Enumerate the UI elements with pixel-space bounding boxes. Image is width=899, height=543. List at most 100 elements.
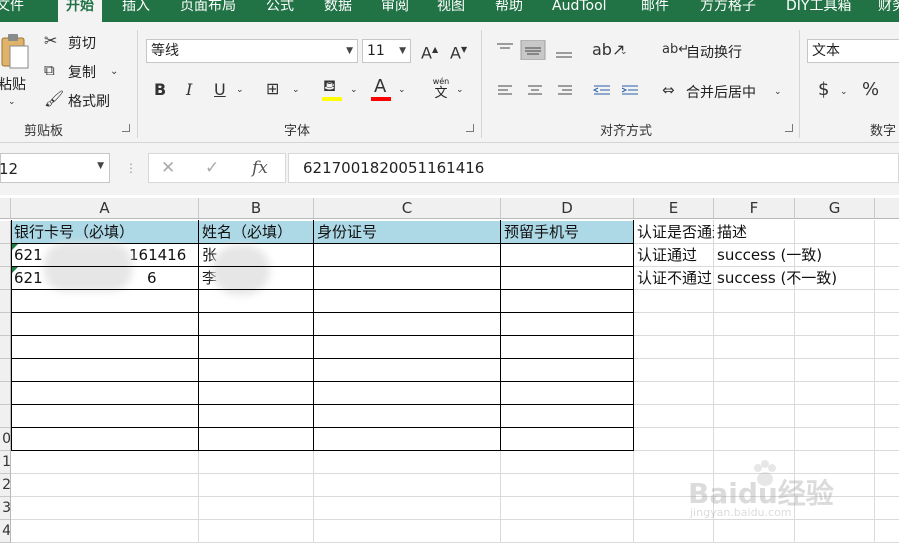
copy-dropdown-icon[interactable]: ⌄ [110,62,118,82]
tab-view[interactable]: 视图 [437,0,465,22]
tab-home[interactable]: 开始 [58,0,102,22]
more-options-icon[interactable]: ⋮ [125,158,137,178]
chevron-down-icon: ▼ [346,46,353,56]
font-name-combo[interactable]: 等线 ▼ [146,39,358,63]
currency-button[interactable]: $ [818,80,829,100]
italic-button[interactable]: I [186,80,192,100]
tab-page-layout[interactable]: 页面布局 [180,0,236,22]
align-bottom-icon [556,52,572,58]
paste-button[interactable] [0,32,30,72]
cell-b1[interactable]: 姓名（必填） [199,221,314,244]
table-border [11,404,634,405]
font-launcher-icon[interactable] [466,124,474,132]
column-header-c[interactable]: C [314,198,501,219]
tab-mail[interactable]: 邮件 [641,0,669,22]
column-header-b[interactable]: B [199,198,314,219]
paste-label[interactable]: 粘贴 [0,74,26,94]
cut-button[interactable]: 剪切 [68,33,96,53]
decrease-indent-icon [592,85,610,95]
cell-f1[interactable]: 描述 [714,221,795,244]
underline-button[interactable]: U [214,80,226,100]
tab-audtool[interactable]: AudTool [552,0,607,22]
privacy-blur [44,243,132,291]
font-name-value: 等线 [151,43,179,59]
currency-dropdown-icon[interactable]: ⌄ [840,82,848,102]
tab-review[interactable]: 审阅 [381,0,409,22]
underline-dropdown-icon[interactable]: ⌄ [236,80,244,100]
enter-icon[interactable]: ✓ [205,158,219,178]
tab-insert[interactable]: 插入 [122,0,150,22]
column-header-g[interactable]: G [795,198,875,219]
alignment-launcher-icon[interactable] [785,124,793,132]
tab-data[interactable]: 数据 [324,0,352,22]
number-format-combo[interactable]: 文本 [807,39,899,63]
formula-input[interactable]: 6217001820051161416 [288,153,899,183]
wrap-text-button[interactable]: 自动换行 [686,42,742,62]
phonetic-button[interactable]: wén 文 [430,78,452,102]
tab-formulas[interactable]: 公式 [266,0,294,22]
column-header-d[interactable]: D [501,198,634,219]
cell-c1[interactable]: 身份证号 [314,221,501,244]
chevron-down-icon: ▼ [97,161,104,171]
number-format-value: 文本 [812,43,840,59]
select-all-corner[interactable] [0,198,11,219]
merge-dropdown-icon[interactable]: ⌄ [774,82,782,102]
table-border [11,312,634,313]
cell-e2[interactable]: 认证通过 [634,244,714,267]
ribbon-divider [799,30,800,138]
paste-dropdown-icon[interactable]: ⌄ [8,92,16,112]
name-box[interactable]: 12 ▼ [0,153,110,183]
table-border [11,358,634,359]
tab-diy-toolbox[interactable]: DIY工具箱 [786,0,851,22]
grow-font-button[interactable]: A▲ [421,40,438,63]
cell-d2[interactable] [501,244,634,267]
cell-d3[interactable] [501,267,634,290]
orientation-dropdown-icon[interactable]: ⌄ [620,42,628,62]
bold-button[interactable]: B [154,80,166,100]
merge-center-button[interactable]: 合并后居中 [686,82,756,102]
clipboard-launcher-icon[interactable] [122,124,130,132]
formula-value: 6217001820051161416 [303,159,485,177]
fill-color-icon[interactable]: ⛾ [323,76,336,96]
column-header-h[interactable] [875,198,899,219]
column-header-e[interactable]: E [634,198,714,219]
font-color-dropdown-icon[interactable]: ⌄ [398,80,406,100]
cell-f2[interactable]: success (一致) [714,244,874,267]
cell-e3[interactable]: 认证不通过 [634,267,714,290]
cell-f3[interactable]: success (不一致) [714,267,874,290]
cell-a1[interactable]: 银行卡号（必填） [11,221,199,244]
cell-d1[interactable]: 预留手机号 [501,221,634,244]
cancel-icon[interactable]: ✕ [161,158,175,178]
font-size-combo[interactable]: 11 ▼ [362,39,411,63]
scissors-icon: ✂ [44,31,58,50]
tab-help[interactable]: 帮助 [495,0,523,22]
cell-e1[interactable]: 认证是否通过 [634,221,714,244]
horizontal-align-group [498,85,638,95]
column-header-a[interactable]: A [11,198,199,219]
baidu-watermark: Baidu经验 jingyan.baidu.com [688,460,858,526]
shrink-font-icon: A [450,43,461,63]
insert-function-button[interactable]: fx [252,158,268,178]
tab-finance[interactable]: 财务 [878,0,899,22]
table-border [11,427,634,428]
tab-fangfang[interactable]: 方方格子 [700,0,756,22]
shrink-font-button[interactable]: A▼ [450,40,467,63]
phonetic-dropdown-icon[interactable]: ⌄ [456,80,464,100]
error-indicator-icon[interactable] [12,244,18,250]
borders-icon[interactable]: ⊞ [266,79,279,99]
borders-dropdown-icon[interactable]: ⌄ [292,80,300,100]
fill-dropdown-icon[interactable]: ⌄ [350,80,358,100]
format-painter-button[interactable]: 格式刷 [68,91,110,111]
font-color-button[interactable]: A [374,77,386,97]
column-header-f[interactable]: F [714,198,795,219]
watermark-url: jingyan.baidu.com [690,506,792,519]
copy-button[interactable]: 复制 [68,62,96,82]
vertical-align-group [497,40,572,60]
format-painter-icon: 🖌 [44,89,65,108]
alignment-group-label: 对齐方式 [600,124,653,139]
error-indicator-icon[interactable] [12,267,18,273]
phonetic-pinyin: wén [432,77,450,86]
tab-file[interactable]: 文件 [0,0,24,22]
percent-button[interactable]: % [862,80,879,100]
number-group-label: 数字 [870,124,897,139]
